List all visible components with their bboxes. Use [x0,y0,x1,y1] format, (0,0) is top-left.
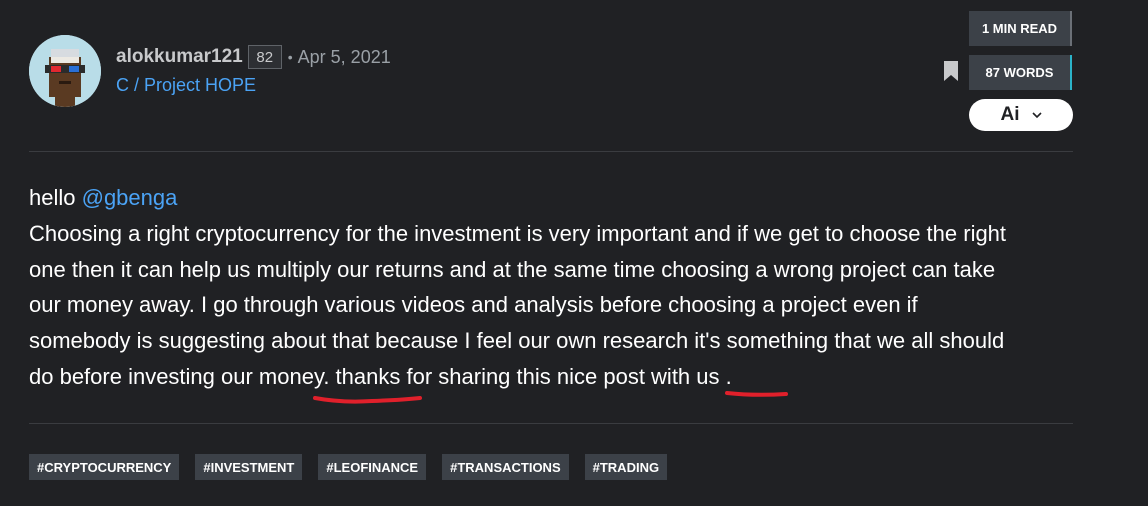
tag-cryptocurrency[interactable]: #CRYPTOCURRENCY [29,454,180,480]
tags-divider [29,423,1073,424]
pixel-punk-avatar-icon [29,35,101,107]
chevron-down-icon [1031,112,1042,119]
mention-link[interactable]: @gbenga [82,185,178,210]
body-line: somebody is suggesting about that becaus… [29,328,1005,354]
word-count-badge: 87 WORDS [969,55,1072,90]
tag-list: #CRYPTOCURRENCY #INVESTMENT #LEOFINANCE … [29,454,668,480]
post-date[interactable]: Apr 5, 2021 [298,47,391,68]
tag-transactions[interactable]: #TRANSACTIONS [442,454,569,480]
tag-investment[interactable]: #INVESTMENT [195,454,303,480]
author-username[interactable]: alokkumar121 [116,46,243,68]
bookmark-icon[interactable] [943,60,959,82]
greeting-line: hello @gbenga [29,180,1089,216]
annotation-underline [725,391,788,397]
header-divider [29,151,1073,152]
reputation-badge: 82 [247,45,282,69]
annotation-underline [313,396,422,404]
author-row: alokkumar121 82 • Apr 5, 2021 [116,44,391,70]
ai-dropdown-button[interactable]: Ai [969,99,1073,131]
read-time-badge: 1 MIN READ [969,11,1072,46]
separator-dot: • [287,49,293,65]
greeting-text: hello [29,185,76,210]
tag-trading[interactable]: #TRADING [584,454,668,480]
body-line: our money away. I go through various vid… [29,292,918,318]
body-line: do before investing our money. thanks fo… [29,363,732,389]
avatar[interactable] [29,35,101,107]
body-line: one then it can help us multiply our ret… [29,256,996,282]
post-body: hello @gbenga Choosing a right cryptocur… [29,180,1089,395]
community-link[interactable]: C / Project HOPE [116,75,256,96]
ai-label: Ai [1000,104,1020,125]
tag-leofinance[interactable]: #LEOFINANCE [318,454,427,480]
body-line: Choosing a right cryptocurrency for the … [29,220,1007,246]
